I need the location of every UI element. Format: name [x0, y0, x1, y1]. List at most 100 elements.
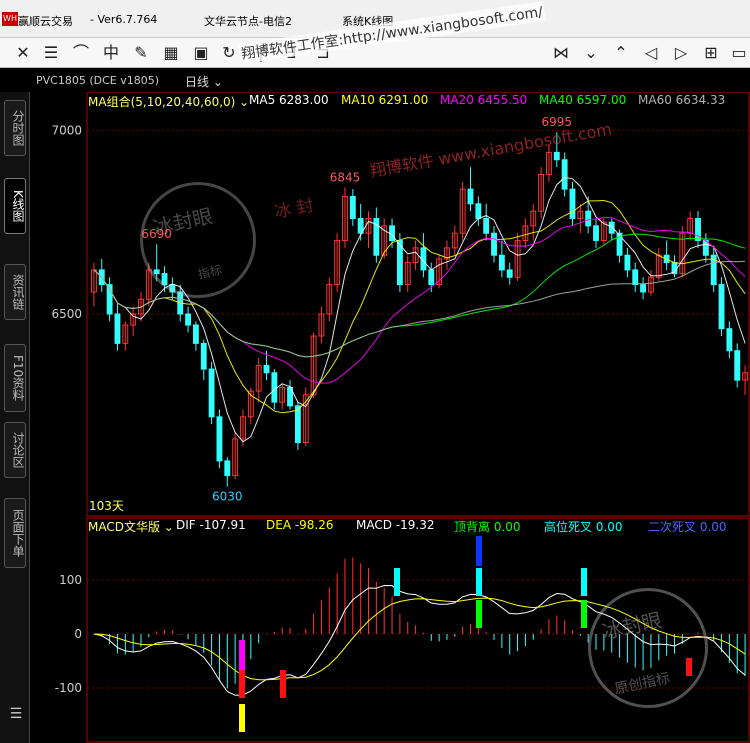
- save-icon[interactable]: ▣: [190, 42, 212, 64]
- window-icon[interactable]: ▭: [728, 42, 750, 64]
- close-icon[interactable]: ✕: [12, 42, 34, 64]
- ma40-value: MA40 6597.00: [539, 93, 627, 107]
- period-selector[interactable]: 日线 ⌄: [185, 73, 223, 90]
- ma20-value: MA20 6455.50: [440, 93, 528, 107]
- signal-marker: [476, 536, 482, 566]
- sidebar-tab-kline[interactable]: K线图: [4, 178, 26, 234]
- seal-subtext: 指标: [196, 262, 224, 282]
- candle-down: [608, 221, 615, 234]
- candle-down: [349, 195, 356, 220]
- ma5-value: MA5 6283.00: [249, 93, 329, 107]
- candle-down: [467, 188, 474, 205]
- arrow-left-icon[interactable]: ◁: [640, 42, 662, 64]
- candle-down: [294, 405, 301, 444]
- macd-legend: MACD文华版 ⌄ DIF -107.91 DEA -98.26 MACD -1…: [88, 518, 727, 534]
- candle-down: [224, 460, 231, 477]
- split-icon[interactable]: ⋈: [550, 42, 572, 64]
- chevron-down-icon[interactable]: ⌄: [580, 42, 602, 64]
- second-cross-value: 二次死叉 0.00: [648, 520, 727, 534]
- candle-down: [561, 159, 568, 190]
- candle-down: [271, 372, 278, 403]
- ma60-value: MA60 6634.33: [638, 93, 726, 107]
- candle-down: [208, 368, 215, 418]
- ma-legend: MA组合(5,10,20,40,60,0) ⌄ MA5 6283.00 MA10…: [88, 93, 725, 109]
- candle-down: [491, 232, 497, 256]
- seal-text: 冰封眼: [151, 203, 215, 240]
- candle-down: [216, 416, 223, 462]
- days-label: 103天: [89, 499, 124, 513]
- app-logo-icon: WH: [2, 12, 18, 26]
- arrow-right-icon[interactable]: ▷: [670, 42, 692, 64]
- signal-marker: [394, 568, 400, 596]
- candle-down: [428, 269, 435, 286]
- price-annotation: 6845: [330, 170, 361, 184]
- high-cross-value: 高位死叉 0.00: [544, 520, 623, 534]
- ma10-value: MA10 6291.00: [341, 93, 429, 107]
- period-label: 日线: [185, 75, 210, 89]
- signal-marker: [239, 640, 245, 670]
- price-axis-label: 6500: [51, 307, 82, 321]
- candle-down: [185, 313, 191, 326]
- macd-axis-label: 100: [59, 573, 82, 587]
- dea-value: DEA -98.26: [266, 518, 334, 532]
- chevron-down-icon[interactable]: ⌄: [160, 520, 174, 534]
- version-label: - Ver6.7.764: [90, 13, 158, 26]
- instrument-bar: PVC1805 (DCE v1805) 日线 ⌄: [0, 70, 750, 92]
- server-node-label[interactable]: 文华云节点-电信2: [204, 13, 292, 29]
- candle-down: [263, 364, 270, 374]
- seal-subtext: 原创指标: [613, 670, 672, 698]
- sidebar-tab-f10[interactable]: F10资料: [4, 344, 26, 412]
- candle-down: [475, 203, 482, 220]
- signal-marker: [581, 568, 587, 596]
- sidebar-tab-timeshare[interactable]: 分时图: [4, 100, 26, 156]
- candle-down: [726, 328, 733, 352]
- draw-icon[interactable]: ✎: [130, 42, 152, 64]
- sidebar-tab-news[interactable]: 资讯链: [4, 264, 26, 320]
- candle-down: [506, 269, 513, 278]
- signal-marker: [239, 670, 245, 698]
- candle-down: [192, 324, 199, 344]
- candle-down: [734, 350, 741, 381]
- candle-down: [553, 151, 560, 161]
- price-axis-label: 7000: [51, 123, 82, 137]
- candle-down: [498, 254, 505, 271]
- app-title: 赢顺云交易: [18, 15, 73, 28]
- candle-down: [200, 342, 207, 370]
- menu-icon[interactable]: ☰: [8, 706, 24, 722]
- sidebar-tab-order[interactable]: 页面下单: [4, 498, 26, 568]
- list-icon[interactable]: ☰: [40, 42, 62, 64]
- line-chart-icon[interactable]: ⌒: [70, 42, 92, 64]
- signal-marker: [239, 704, 245, 732]
- candle-down: [114, 313, 121, 344]
- candle-down: [624, 254, 631, 271]
- candle-down: [569, 188, 576, 220]
- top-divergence-value: 顶背离 0.00: [454, 520, 521, 534]
- candle-down: [593, 225, 599, 242]
- left-sidebar: 分时图 K线图 资讯链 F10资料 讨论区 页面下单: [0, 92, 30, 743]
- price-annotation: 6030: [212, 490, 243, 504]
- ma-group-label[interactable]: MA组合(5,10,20,40,60,0): [88, 95, 235, 109]
- candle-down: [640, 284, 647, 293]
- candle-down: [718, 284, 725, 330]
- candle-down: [585, 210, 592, 227]
- macd-axis-label: -100: [55, 681, 82, 695]
- sidebar-tab-forum[interactable]: 讨论区: [4, 422, 26, 478]
- chevron-up-icon[interactable]: ⌃: [610, 42, 632, 64]
- refresh-icon[interactable]: ↻: [218, 42, 240, 64]
- chevron-down-icon: ⌄: [212, 75, 223, 89]
- macd-name-label[interactable]: MACD文华版: [88, 520, 160, 534]
- grid-icon[interactable]: ▦: [160, 42, 182, 64]
- candle-down: [483, 218, 490, 234]
- chevron-down-icon[interactable]: ⌄: [235, 95, 249, 109]
- macd-value: MACD -19.32: [356, 518, 435, 532]
- candle-down: [632, 269, 639, 286]
- signal-marker: [280, 670, 286, 698]
- layout-icon[interactable]: ⊞: [700, 42, 722, 64]
- kline-icon[interactable]: 中: [100, 42, 122, 64]
- instrument-symbol[interactable]: PVC1805 (DCE v1805): [36, 74, 159, 87]
- macd-axis-label: 0: [74, 627, 82, 641]
- dif-value: DIF -107.91: [176, 518, 246, 532]
- signal-marker: [581, 600, 587, 628]
- signal-marker: [476, 600, 482, 628]
- seal-text: 冰封眼: [600, 607, 664, 644]
